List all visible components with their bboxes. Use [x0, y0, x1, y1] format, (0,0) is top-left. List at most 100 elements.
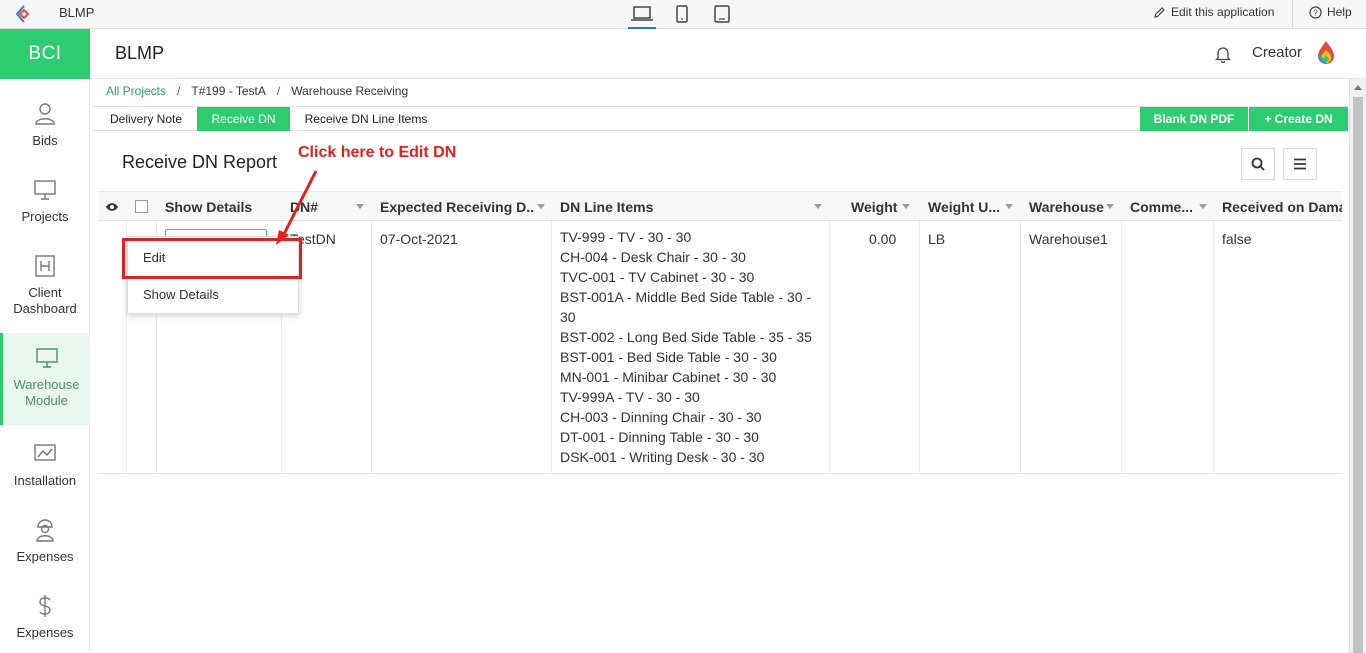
- dollar-icon: [37, 593, 53, 619]
- column-divider: [371, 221, 372, 474]
- sidebar-item-label: Installation: [13, 473, 77, 488]
- column-divider: [919, 221, 920, 474]
- chart-image-icon: [34, 441, 56, 467]
- cell-received-damaged: false: [1222, 231, 1252, 247]
- user-name[interactable]: Creator: [1252, 44, 1302, 61]
- sidebar-item-client-dashboard[interactable]: Client Dashboard: [0, 253, 90, 329]
- vertical-scrollbar[interactable]: [1349, 79, 1366, 653]
- search-icon: [1251, 157, 1265, 171]
- app-logo-icon[interactable]: [14, 4, 34, 24]
- column-divider: [1020, 221, 1021, 474]
- line-item: CH-004 - Desk Chair - 30 - 30: [560, 249, 746, 265]
- user-icon: [34, 101, 56, 127]
- monitor-icon: [34, 177, 56, 203]
- worker-icon: [34, 517, 56, 543]
- sidebar-item-label: Warehouse Module: [13, 377, 80, 408]
- annotation-callout: Click here to Edit DN: [298, 144, 457, 161]
- breadcrumb-separator: /: [276, 84, 281, 98]
- mobile-view-icon[interactable]: [668, 3, 696, 29]
- brand-logo[interactable]: BCI: [0, 29, 90, 79]
- line-item: DSK-001 - Writing Desk - 30 - 30: [560, 449, 765, 465]
- column-header-comments[interactable]: Comme...: [1130, 192, 1200, 221]
- desktop-view-icon[interactable]: [628, 3, 656, 29]
- eye-icon[interactable]: [105, 192, 119, 221]
- line-item: BST-001A - Middle Bed Side Table - 30 - …: [560, 289, 812, 325]
- bell-icon[interactable]: [1214, 45, 1232, 68]
- help-link[interactable]: ? Help: [1309, 5, 1352, 19]
- breadcrumb: All Projects / T#199 - TestA / Warehouse…: [106, 84, 408, 98]
- menu-item-show-details[interactable]: Show Details: [143, 287, 219, 302]
- column-divider: [1121, 221, 1122, 474]
- sidebar-item-warehouse-module[interactable]: Warehouse Module: [0, 333, 90, 425]
- column-header-warehouse[interactable]: Warehouse: [1029, 192, 1109, 221]
- top-bar: BLMP Edit this application ? Help: [0, 0, 1366, 29]
- sidebar-item-label: Expenses: [16, 549, 74, 564]
- column-header-dn-line-items[interactable]: DN Line Items: [560, 192, 760, 221]
- column-divider: [1213, 221, 1214, 474]
- line-item: CH-003 - Dinning Chair - 30 - 30: [560, 409, 762, 425]
- sidebar-item-installation[interactable]: Installation: [0, 441, 90, 501]
- edit-application-link[interactable]: Edit this application: [1153, 5, 1274, 19]
- breadcrumb-project[interactable]: T#199 - TestA: [191, 84, 265, 98]
- column-header-weight-unit[interactable]: Weight U...: [928, 192, 1000, 221]
- select-all-checkbox[interactable]: [135, 192, 148, 221]
- sort-caret-icon[interactable]: [814, 204, 822, 209]
- help-icon: ?: [1309, 5, 1322, 19]
- sidebar-item-label: Bids: [32, 133, 58, 148]
- hamburger-icon: [1294, 158, 1306, 170]
- device-switcher: [628, 3, 748, 29]
- create-dn-button[interactable]: + Create DN: [1249, 107, 1348, 131]
- app-name: BLMP: [59, 5, 95, 20]
- line-item: TVC-001 - TV Cabinet - 30 - 30: [560, 269, 755, 285]
- tab-receive-dn-line-items[interactable]: Receive DN Line Items: [296, 107, 436, 131]
- column-header-expected-receiving[interactable]: Expected Receiving D...: [380, 192, 535, 221]
- sort-caret-icon[interactable]: [1106, 204, 1114, 209]
- scroll-up-icon[interactable]: [1354, 85, 1362, 90]
- sidebar-item-label: Expenses: [16, 625, 74, 640]
- app-header: BLMP Creator: [90, 29, 1366, 79]
- sidebar: Bids Projects Client Dashboard Warehouse…: [0, 79, 90, 653]
- cell-line-items: TV-999 - TV - 30 - 30 CH-004 - Desk Chai…: [560, 227, 822, 467]
- report-title: Receive DN Report: [122, 152, 278, 172]
- line-item: DT-001 - Dinning Table - 30 - 30: [560, 429, 759, 445]
- cell-expected-date: 07-Oct-2021: [380, 231, 458, 247]
- breadcrumb-current: Warehouse Receiving: [291, 84, 409, 98]
- line-item: BST-001 - Bed Side Table - 30 - 30: [560, 349, 777, 365]
- search-button[interactable]: [1241, 148, 1275, 180]
- h-square-icon: [35, 253, 55, 279]
- column-header-weight[interactable]: Weight: [851, 192, 906, 221]
- column-header-show-details[interactable]: Show Details: [165, 192, 285, 221]
- cell-weight-unit: LB: [928, 231, 946, 247]
- blank-dn-pdf-button[interactable]: Blank DN PDF: [1140, 107, 1248, 131]
- cell-weight: 0.00: [869, 231, 897, 247]
- profile-avatar-icon[interactable]: [1316, 40, 1336, 71]
- tab-delivery-note[interactable]: Delivery Note: [96, 107, 196, 131]
- pencil-icon: [1154, 6, 1165, 18]
- edit-application-label: Edit this application: [1171, 5, 1275, 19]
- sort-caret-icon[interactable]: [902, 204, 910, 209]
- help-label: Help: [1327, 5, 1352, 19]
- column-divider: [551, 221, 552, 474]
- sidebar-item-label: Client Dashboard: [13, 285, 77, 316]
- sort-caret-icon[interactable]: [1005, 204, 1013, 209]
- breadcrumb-separator: /: [177, 84, 181, 98]
- cell-warehouse: Warehouse1: [1029, 231, 1108, 247]
- column-header-received-on-damage[interactable]: Received on Damag: [1222, 192, 1342, 221]
- tablet-view-icon[interactable]: [708, 3, 736, 29]
- sidebar-item-projects[interactable]: Projects: [0, 177, 90, 237]
- sort-caret-icon[interactable]: [356, 204, 364, 209]
- line-item: BST-002 - Long Bed Side Table - 35 - 35: [560, 329, 812, 345]
- sort-caret-icon[interactable]: [537, 204, 545, 209]
- sidebar-item-bids[interactable]: Bids: [0, 101, 90, 161]
- tab-receive-dn[interactable]: Receive DN: [197, 107, 290, 131]
- scrollbar-thumb[interactable]: [1353, 97, 1363, 653]
- breadcrumb-all-projects[interactable]: All Projects: [106, 84, 166, 98]
- column-divider: [829, 221, 830, 474]
- page-title: BLMP: [115, 43, 165, 63]
- line-item: MN-001 - Minibar Cabinet - 30 - 30: [560, 369, 777, 385]
- menu-button[interactable]: [1283, 148, 1317, 180]
- sidebar-item-expenses-2[interactable]: Expenses: [0, 593, 90, 653]
- sidebar-item-expenses[interactable]: Expenses: [0, 517, 90, 577]
- sidebar-item-label: Projects: [21, 209, 69, 224]
- sort-caret-icon[interactable]: [1199, 204, 1207, 209]
